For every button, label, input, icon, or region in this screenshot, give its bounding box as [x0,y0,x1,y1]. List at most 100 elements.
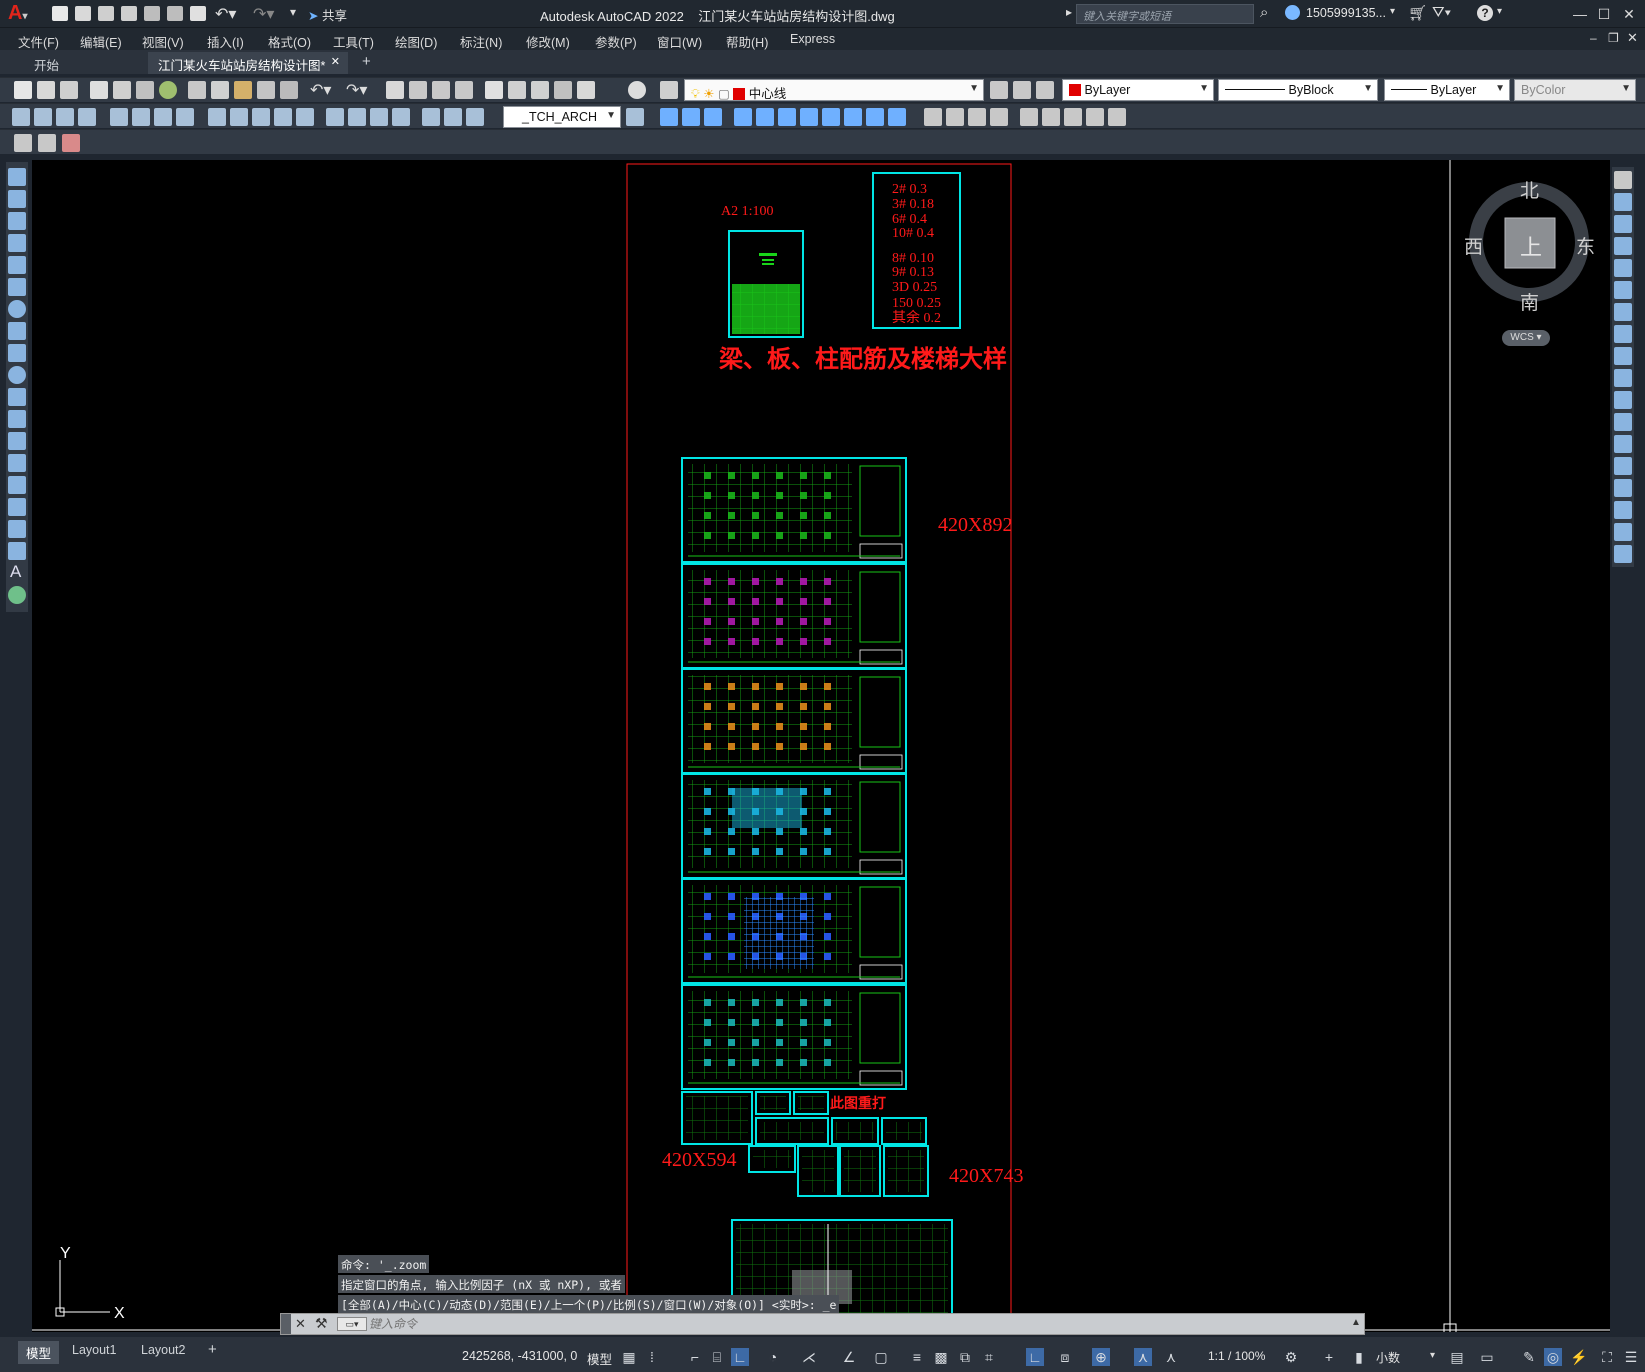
open-icon[interactable] [37,81,55,99]
polar-tracking-icon[interactable]: ◔ [764,1348,782,1366]
selection-cycling-icon[interactable]: ⧉ [956,1348,974,1366]
draw-order-back-icon[interactable] [1064,108,1082,126]
plot-icon[interactable] [190,6,206,21]
dim-text-edit-icon[interactable] [444,108,462,126]
chamfer-icon[interactable] [1614,479,1632,497]
add-selected-icon[interactable] [8,586,26,604]
drawing-canvas[interactable]: A2 1:100 2# 0.3 3# 0.18 6# 0.4 10# 0.4 8… [32,160,1610,1332]
menu-format[interactable]: 格式(O) [268,32,311,51]
graphics-performance-icon[interactable]: ◎ [1544,1348,1562,1366]
modify-explode-icon[interactable] [968,108,986,126]
units-value[interactable]: 小数 [1376,1349,1400,1366]
tab-layout1[interactable]: Layout1 [64,1341,124,1359]
mirror-icon[interactable] [1614,215,1632,233]
cursor-coordinates[interactable]: 2425268, -431000, 0 [462,1349,577,1363]
maximize-button[interactable]: ☐ [1594,4,1614,24]
draw-order-front-icon[interactable] [1042,108,1060,126]
customize-qat-icon[interactable]: ▾ [290,5,296,19]
save-toolbar-icon[interactable] [60,81,78,99]
break-at-point-icon[interactable] [1614,413,1632,431]
share-button[interactable]: ➤ 共享 [308,5,347,24]
dim-space-icon[interactable] [274,108,292,126]
multiline-text-icon[interactable]: A [10,562,21,582]
scale-icon[interactable] [1614,325,1632,343]
new-icon[interactable] [14,81,32,99]
arc-length-dim-icon[interactable] [56,108,74,126]
modify-break-icon[interactable] [888,108,906,126]
aligned-dim-icon[interactable] [34,108,52,126]
compass-south[interactable]: 南 [1520,288,1539,315]
radius-dim-icon[interactable] [110,108,128,126]
redo-toolbar-icon[interactable]: ↷▾ [346,80,367,100]
break-icon[interactable] [1614,435,1632,453]
viewcube-top-face[interactable]: 上 [1520,230,1542,262]
pan-icon[interactable] [386,81,404,99]
dynamic-input-icon[interactable]: ⌸ [708,1348,726,1366]
rotate-icon[interactable] [1614,303,1632,321]
object-snap-tracking-icon[interactable]: ∠ [840,1348,858,1366]
jogged-linear-icon[interactable] [392,108,410,126]
dynamic-ucs-icon[interactable]: ∟ [1026,1348,1044,1366]
circle-icon[interactable] [8,300,26,318]
hardware-acceleration-icon[interactable]: ⚡ [1570,1348,1588,1366]
infer-constraints-icon[interactable]: ⌐ [686,1348,704,1366]
redo-icon[interactable]: ↷▾ [253,4,274,24]
lineweight-dropdown[interactable]: ByLayer ▼ [1384,79,1510,101]
tool-palettes-icon[interactable] [531,81,549,99]
publish-icon[interactable] [144,6,160,21]
menu-view[interactable]: 视图(V) [142,32,184,51]
match-properties-icon[interactable] [257,81,275,99]
cart-icon[interactable]: 🛒︎ [1408,4,1427,22]
properties-icon[interactable] [485,81,503,99]
block-editor-icon[interactable] [280,81,298,99]
help-chevron-icon[interactable]: ▾ [1497,6,1502,17]
polygon-icon[interactable] [8,234,26,252]
fillet-icon[interactable] [1614,501,1632,519]
modify-extend-icon[interactable] [866,108,884,126]
plotstyle-dropdown[interactable]: ByColor ▼ [1514,79,1636,101]
zoom-window-icon[interactable] [432,81,450,99]
diameter-dim-icon[interactable] [154,108,172,126]
modify-move-icon[interactable] [756,108,774,126]
point-icon[interactable] [8,454,26,472]
export-icon[interactable] [167,6,183,21]
tab-start[interactable]: 开始 [24,52,144,74]
isodraft-icon[interactable]: ⋌ [800,1348,818,1366]
annotation-scale[interactable]: 1:1 / 100% [1208,1349,1265,1363]
command-history-arrow-icon[interactable]: ▲ [1351,1317,1361,1328]
workspace-gear-icon[interactable]: ⚙ [1282,1348,1300,1366]
selection-filter-icon[interactable]: ⧈ [1056,1348,1074,1366]
transparency-icon[interactable]: ▩ [932,1348,950,1366]
customization-menu-icon[interactable]: ☰ [1622,1348,1640,1366]
blend-curves-icon[interactable] [1614,523,1632,541]
compass-east[interactable]: 东 [1576,232,1595,259]
draw-order-icon[interactable] [1020,108,1038,126]
baseline-dim-icon[interactable] [230,108,248,126]
region-icon[interactable] [8,520,26,538]
arc-icon[interactable] [8,278,26,296]
jogged-dim-icon[interactable] [132,108,150,126]
object-snap-icon[interactable]: ▢ [872,1348,890,1366]
tab-model[interactable]: 模型 [18,1341,60,1364]
modify-array-icon[interactable] [734,108,752,126]
save-icon[interactable] [98,6,114,21]
dimstyle-dropdown[interactable]: _TCH_ARCH ▼ [503,106,621,128]
help-icon[interactable]: ? [1477,5,1493,21]
menu-window[interactable]: 窗口(W) [657,32,702,51]
command-input[interactable] [369,1315,1349,1333]
help-search-input[interactable]: 键入关键字或短语 [1076,4,1254,24]
menu-edit[interactable]: 编辑(E) [80,32,122,51]
extend-icon[interactable] [1614,391,1632,409]
doc-restore-button[interactable]: ❐ [1608,31,1619,45]
user-icon[interactable] [1285,5,1300,20]
units-chevron-down-icon[interactable]: ▾ [1430,1350,1435,1361]
copy-object-icon[interactable] [1614,193,1632,211]
doc-minimize-button[interactable]: – [1590,31,1597,45]
zoom-realtime-icon[interactable] [409,81,427,99]
search-icon[interactable]: ⌕ [1260,4,1268,21]
draw-order-above-icon[interactable] [1086,108,1104,126]
ortho-icon[interactable]: ∟ [731,1348,749,1366]
tab-layout2[interactable]: Layout2 [133,1341,193,1359]
modify-offset-icon[interactable] [704,108,722,126]
draw-order-below-icon[interactable] [1108,108,1126,126]
